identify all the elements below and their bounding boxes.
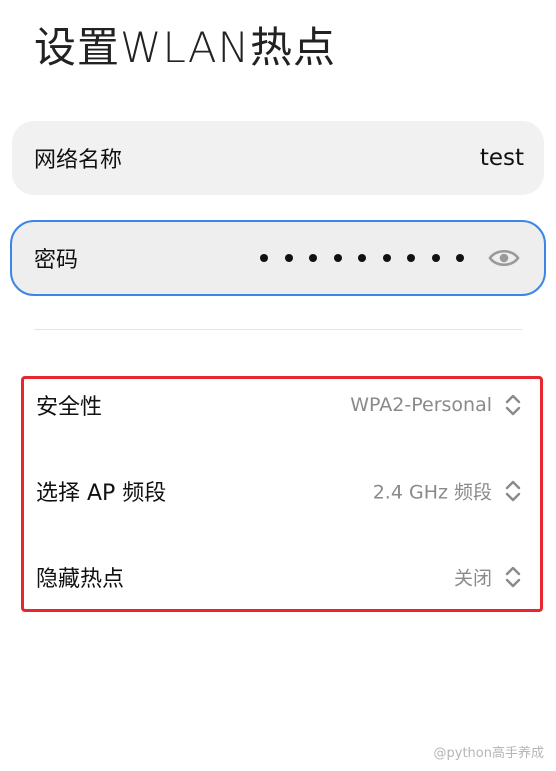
password-field[interactable]: 密码 — [10, 220, 546, 296]
eye-icon[interactable] — [488, 247, 520, 269]
chevron-up-down-icon — [505, 566, 521, 588]
password-dot — [358, 254, 366, 262]
security-setting[interactable]: 安全性 WPA2-Personal — [36, 385, 524, 425]
password-dot — [407, 254, 415, 262]
hidden-hotspot-label: 隐藏热点 — [36, 567, 125, 592]
security-label: 安全性 — [36, 395, 103, 420]
password-dot — [333, 254, 342, 262]
ap-band-value: 2.4 GHz 频段 — [372, 481, 492, 504]
ssid-value[interactable]: test — [480, 145, 524, 171]
ssid-label: 网络名称 — [34, 148, 123, 173]
password-dot — [260, 254, 268, 262]
hidden-hotspot-value: 关闭 — [453, 567, 492, 590]
password-dot — [456, 254, 464, 262]
password-dot — [431, 254, 440, 262]
ap-band-label: 选择 AP 频段 — [36, 481, 167, 506]
security-value: WPA2-Personal — [350, 394, 492, 416]
password-dot — [309, 254, 317, 262]
watermark: @python高手养成 — [433, 746, 544, 761]
hidden-hotspot-setting[interactable]: 隐藏热点 关闭 — [36, 557, 524, 597]
chevron-up-down-icon — [505, 480, 521, 502]
password-label: 密码 — [34, 248, 79, 273]
ssid-field[interactable]: 网络名称 test — [12, 121, 544, 195]
section-divider — [34, 329, 522, 330]
password-dot — [382, 254, 391, 262]
password-dot — [284, 254, 293, 262]
page-title: 设置WLAN热点 — [34, 23, 337, 72]
chevron-up-down-icon — [505, 394, 521, 416]
ap-band-setting[interactable]: 选择 AP 频段 2.4 GHz 频段 — [36, 471, 524, 511]
password-masked-value[interactable] — [260, 254, 464, 262]
